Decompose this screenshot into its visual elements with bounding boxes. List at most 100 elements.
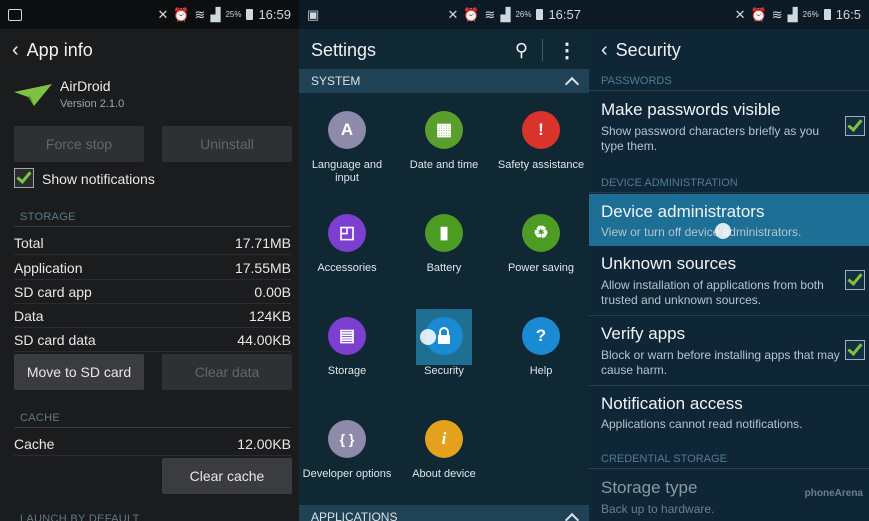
tile-language-input[interactable]: A Language and input [299, 111, 395, 185]
storage-row: SD card data 44.00KB [14, 328, 291, 352]
tile-label: Accessories [317, 262, 377, 274]
row-verify-apps[interactable]: Verify apps Block or warn before install… [589, 318, 869, 386]
applications-category-bar[interactable]: APPLICATIONS [299, 505, 589, 521]
row-make-passwords-visible[interactable]: Make passwords visible Show password cha… [589, 92, 869, 170]
wifi-icon: ≋ [484, 6, 496, 22]
mute-icon: ✕ [157, 6, 169, 22]
tile-accessories[interactable]: ◰ Accessories [299, 214, 395, 275]
system-category-bar[interactable]: SYSTEM [299, 69, 589, 93]
watermark-logo: phoneArena [804, 488, 863, 499]
cache-label: Cache [14, 435, 55, 452]
sd-card-icon: ▤ [328, 317, 366, 355]
tile-about-device[interactable]: i About device [396, 420, 492, 481]
action-bar: Settings ⚲ ⋮ [299, 29, 589, 71]
alarm-icon: ⏰ [750, 6, 767, 22]
divider [589, 192, 869, 193]
verify-apps-checkbox[interactable] [845, 340, 865, 360]
divider [589, 385, 869, 386]
tile-help[interactable]: ? Help [493, 317, 589, 378]
row-device-administrators[interactable]: Device administrators View or turn off d… [589, 194, 869, 246]
tile-security[interactable]: Security [396, 309, 492, 378]
launch-default-header: LAUNCH BY DEFAULT [20, 513, 140, 521]
storage-row: SD card app 0.00B [14, 280, 291, 304]
storage-row: Data 124KB [14, 304, 291, 328]
tile-label: About device [412, 468, 476, 480]
divider [542, 39, 543, 61]
tile-safety-assistance[interactable]: ! Safety assistance [493, 111, 589, 172]
tile-date-time[interactable]: ▦ Date and time [396, 111, 492, 172]
storage-value: 44.00KB [237, 331, 291, 348]
collapse-chevron-icon[interactable] [564, 76, 580, 91]
checkmark-icon [847, 340, 863, 356]
row-title: Storage type [601, 478, 698, 497]
accessories-icon: ◰ [328, 214, 366, 252]
storage-label: Application [14, 259, 83, 276]
wifi-icon: ≋ [194, 6, 206, 22]
battery-percent: 26% [515, 10, 532, 19]
status-bar: ✕ ⏰ ≋ ▟ 26% 16:5 [589, 0, 869, 29]
row-notification-access[interactable]: Notification access Applications cannot … [589, 388, 869, 440]
power-saving-icon: ♻ [522, 214, 560, 252]
clear-cache-button[interactable]: Clear cache [162, 458, 292, 494]
notification-icon [8, 8, 22, 21]
tile-label: Developer options [302, 468, 392, 480]
row-title: Make passwords visible [601, 100, 781, 119]
overflow-menu-icon[interactable]: ⋮ [557, 38, 577, 63]
row-title: Device administrators [601, 202, 765, 221]
row-title: Unknown sources [601, 254, 737, 273]
tile-power-saving[interactable]: ♻ Power saving [493, 214, 589, 275]
storage-label: Total [14, 234, 44, 251]
tile-label: Power saving [507, 262, 575, 274]
action-bar: ‹ Security [589, 29, 869, 71]
show-notifications-label: Show notifications [42, 171, 155, 187]
checkmark-icon [16, 168, 32, 184]
move-to-sd-button[interactable]: Move to SD card [14, 354, 144, 390]
back-arrow-icon[interactable]: ‹ [601, 39, 608, 62]
tile-battery[interactable]: ▮ Battery [396, 214, 492, 275]
row-description: Allow installation of applications from … [601, 278, 824, 307]
unknown-sources-checkbox[interactable] [845, 270, 865, 290]
battery-icon [536, 9, 544, 20]
divider [589, 90, 869, 91]
tile-storage[interactable]: ▤ Storage [299, 317, 395, 378]
checkmark-icon [847, 116, 863, 132]
status-bar: ✕ ⏰ ≋ ▟ 25% 16:59 [0, 0, 299, 29]
alarm-icon: ⏰ [173, 6, 190, 22]
divider [14, 226, 291, 227]
cache-row: Cache 12.00KB [14, 432, 291, 456]
storage-value: 124KB [248, 307, 291, 324]
row-description: Show password characters briefly as you … [601, 124, 820, 153]
system-header: SYSTEM [311, 74, 361, 88]
mute-icon: ✕ [734, 6, 746, 22]
show-notifications-checkbox[interactable] [14, 168, 34, 188]
passwords-visible-checkbox[interactable] [845, 116, 865, 136]
mute-icon: ✕ [447, 6, 459, 22]
uninstall-button[interactable]: Uninstall [162, 126, 292, 162]
applications-header: APPLICATIONS [311, 510, 398, 521]
tile-label: Storage [327, 365, 367, 377]
airdroid-logo-icon [14, 84, 52, 106]
storage-label: SD card data [14, 331, 96, 348]
clear-data-button[interactable]: Clear data [162, 354, 292, 390]
info-icon: i [425, 420, 463, 458]
page-title: App info [26, 39, 93, 60]
signal-icon: ▟ [500, 6, 511, 22]
wifi-icon: ≋ [771, 6, 783, 22]
settings-screen: ▣ ✕ ⏰ ≋ ▟ 26% 16:57 Settings ⚲ ⋮ SYSTEM … [299, 0, 589, 521]
checkmark-icon [847, 270, 863, 286]
passwords-header: PASSWORDS [601, 75, 672, 87]
search-icon[interactable]: ⚲ [515, 40, 528, 61]
tile-developer-options[interactable]: { } Developer options [299, 420, 395, 481]
row-title: Notification access [601, 394, 743, 413]
divider [14, 427, 291, 428]
force-stop-button[interactable]: Force stop [14, 126, 144, 162]
storage-header: STORAGE [20, 211, 76, 223]
divider [589, 315, 869, 316]
cache-value: 12.00KB [237, 435, 291, 452]
calendar-icon: ▦ [425, 111, 463, 149]
battery-setting-icon: ▮ [425, 214, 463, 252]
back-arrow-icon[interactable]: ‹ [12, 39, 19, 62]
row-unknown-sources[interactable]: Unknown sources Allow installation of ap… [589, 248, 869, 316]
collapse-chevron-icon[interactable] [564, 512, 580, 521]
storage-row: Application 17.55MB [14, 256, 291, 280]
